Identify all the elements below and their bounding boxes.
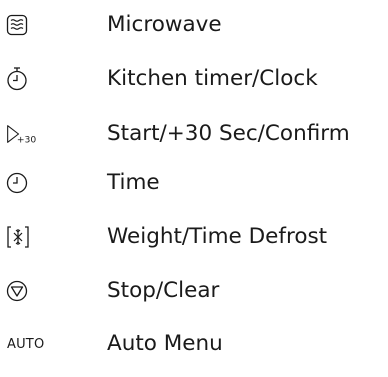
auto-icon: AUTO (6, 324, 44, 364)
legend-label: Stop/Clear (107, 278, 220, 303)
legend-row-kitchen-timer: Kitchen timer/Clock (0, 59, 388, 99)
auto-text: AUTO (7, 336, 45, 352)
legend-label: Time (107, 170, 160, 195)
legend-row-time: Time (0, 163, 388, 203)
legend-label: Start/+30 Sec/Confirm (107, 121, 350, 146)
kitchen-timer-icon (6, 59, 36, 99)
legend-row-stop: Stop/Clear (0, 271, 388, 311)
legend-row-start: +30 Start/+30 Sec/Confirm (0, 114, 388, 154)
defrost-icon (6, 217, 36, 257)
legend-row-defrost: Weight/Time Defrost (0, 217, 388, 257)
stop-icon (6, 271, 36, 311)
clock-icon (6, 163, 36, 203)
legend-row-microwave: Microwave (0, 5, 388, 45)
legend-label: Microwave (107, 12, 222, 37)
legend-label: Kitchen timer/Clock (107, 66, 318, 91)
button-legend: Microwave Kitchen timer/Clock +30 Start/… (0, 0, 388, 377)
start-plus30-icon: +30 (6, 114, 36, 154)
legend-row-auto: AUTO Auto Menu (0, 324, 388, 364)
legend-label: Weight/Time Defrost (107, 224, 328, 249)
plus30-text: +30 (17, 134, 36, 145)
microwave-icon (6, 5, 36, 45)
legend-label: Auto Menu (107, 331, 223, 356)
